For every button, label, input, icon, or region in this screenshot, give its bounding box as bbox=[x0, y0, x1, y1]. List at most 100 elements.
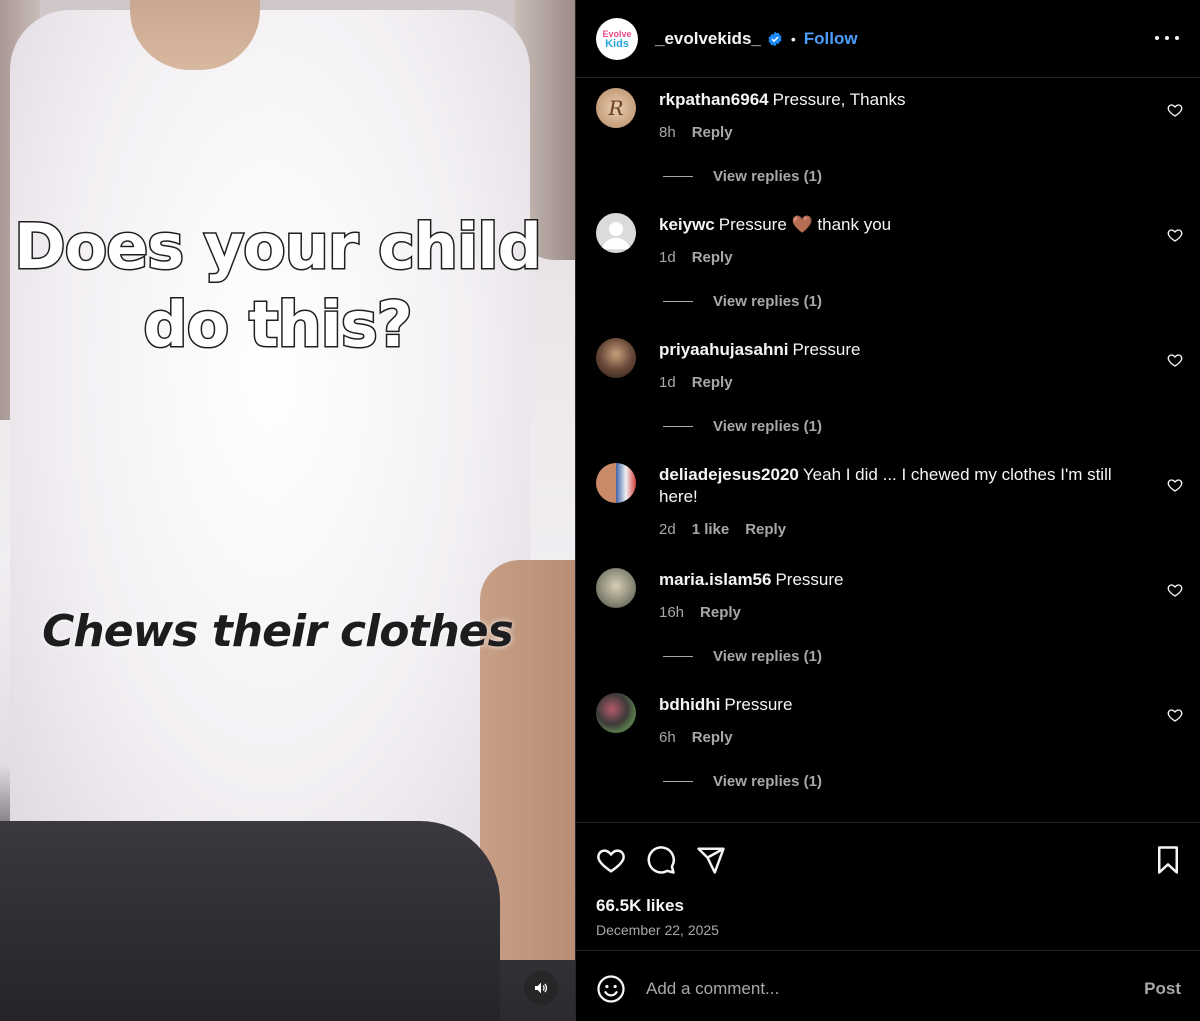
default-avatar-icon bbox=[602, 222, 630, 249]
post-date: December 22, 2025 bbox=[596, 922, 719, 938]
child-pants-image bbox=[0, 821, 500, 1021]
bookmark-icon[interactable] bbox=[1153, 845, 1183, 875]
reply-button[interactable]: Reply bbox=[745, 521, 786, 538]
account-avatar[interactable]: Evolve Kids bbox=[596, 17, 638, 60]
view-replies-button[interactable]: View replies (1) bbox=[663, 293, 822, 310]
commenter-avatar[interactable] bbox=[596, 338, 636, 378]
avatar-logo-text: Evolve bbox=[602, 28, 632, 39]
add-comment-bar: Post bbox=[576, 950, 1200, 1021]
comments-list[interactable]: R rkpathan6964 Pressure, Thanks 8h Reply … bbox=[576, 78, 1200, 822]
reply-button[interactable]: Reply bbox=[700, 604, 741, 621]
post-actions-bar: 66.5K likes December 22, 2025 bbox=[576, 822, 1200, 950]
comment-like-count[interactable]: 1 like bbox=[692, 521, 730, 538]
view-replies-button[interactable]: View replies (1) bbox=[663, 773, 822, 790]
view-replies-button[interactable]: View replies (1) bbox=[663, 418, 822, 435]
commenter-username[interactable]: deliadejesus2020 bbox=[659, 465, 799, 484]
commenter-username[interactable]: rkpathan6964 bbox=[659, 90, 769, 109]
comment-text: priyaahujasahni Pressure bbox=[659, 339, 1139, 361]
svg-text:R: R bbox=[607, 96, 623, 120]
share-icon[interactable] bbox=[696, 845, 726, 875]
likes-count[interactable]: 66.5K likes bbox=[596, 896, 684, 916]
comment-text: maria.islam56 Pressure bbox=[659, 569, 1139, 591]
more-options-icon[interactable] bbox=[1155, 28, 1179, 48]
reply-button[interactable]: Reply bbox=[692, 374, 733, 391]
comment-meta: 8h Reply bbox=[659, 124, 733, 141]
view-replies-label: View replies (1) bbox=[713, 168, 822, 185]
view-replies-label: View replies (1) bbox=[713, 418, 822, 435]
commenter-avatar[interactable] bbox=[596, 568, 636, 608]
comment-content: Pressure bbox=[792, 340, 861, 359]
comment-content: Pressure 🤎 thank you bbox=[718, 215, 892, 234]
comment-item: maria.islam56 Pressure 16h Reply View rep… bbox=[576, 558, 1200, 683]
post-modal: Does your child do this? Chews their clo… bbox=[0, 0, 1200, 1021]
comment-time: 1d bbox=[659, 374, 676, 391]
post-header: Evolve Kids _evolvekids_ • Follow bbox=[576, 0, 1200, 78]
comment-like-icon[interactable] bbox=[1167, 582, 1183, 598]
comment-content: Pressure bbox=[724, 695, 793, 714]
separator-dot: • bbox=[790, 30, 796, 47]
follow-button[interactable]: Follow bbox=[804, 29, 858, 49]
commenter-username[interactable]: maria.islam56 bbox=[659, 570, 771, 589]
commenter-avatar[interactable] bbox=[596, 693, 636, 733]
account-username[interactable]: _evolvekids_ bbox=[655, 29, 761, 49]
comment-time: 8h bbox=[659, 124, 676, 141]
video-caption-question: Does your child do this? bbox=[13, 209, 544, 363]
emoji-icon[interactable] bbox=[596, 974, 626, 1004]
commenter-avatar[interactable]: R bbox=[596, 88, 636, 128]
replies-divider-line bbox=[663, 176, 693, 177]
comment-text: keiywc Pressure 🤎 thank you bbox=[659, 214, 1139, 236]
comment-meta: 6h Reply bbox=[659, 729, 733, 746]
replies-divider-line bbox=[663, 781, 693, 782]
comment-like-icon[interactable] bbox=[1167, 352, 1183, 368]
heart-icon[interactable] bbox=[596, 845, 626, 875]
comment-time: 16h bbox=[659, 604, 685, 621]
commenter-username[interactable]: bdhidhi bbox=[659, 695, 720, 714]
comment-time: 2d bbox=[659, 521, 676, 538]
comment-content: Pressure, Thanks bbox=[772, 90, 906, 109]
comment-content: Pressure bbox=[775, 570, 844, 589]
post-video[interactable]: Does your child do this? Chews their clo… bbox=[0, 0, 575, 1021]
comment-item: R rkpathan6964 Pressure, Thanks 8h Reply … bbox=[576, 78, 1200, 203]
comment-like-icon[interactable] bbox=[1167, 227, 1183, 243]
commenter-avatar[interactable] bbox=[596, 463, 636, 503]
replies-divider-line bbox=[663, 426, 693, 427]
comment-time: 6h bbox=[659, 729, 676, 746]
comment-item: bdhidhi Pressure 6h Reply View replies (1… bbox=[576, 683, 1200, 808]
reply-button[interactable]: Reply bbox=[692, 249, 733, 266]
post-comment-button[interactable]: Post bbox=[1144, 979, 1181, 999]
post-details-panel: Evolve Kids _evolvekids_ • Follow R rkpa… bbox=[575, 0, 1200, 1021]
comment-like-icon[interactable] bbox=[1167, 102, 1183, 118]
view-replies-label: View replies (1) bbox=[713, 773, 822, 790]
comment-icon[interactable] bbox=[646, 845, 676, 875]
child-shirt-image bbox=[10, 10, 530, 910]
avatar-monogram-icon: R bbox=[607, 96, 623, 120]
view-replies-label: View replies (1) bbox=[713, 293, 822, 310]
commenter-username[interactable]: keiywc bbox=[659, 215, 715, 234]
comment-text: bdhidhi Pressure bbox=[659, 694, 1139, 716]
comment-like-icon[interactable] bbox=[1167, 477, 1183, 493]
view-replies-label: View replies (1) bbox=[713, 648, 822, 665]
commenter-username[interactable]: priyaahujasahni bbox=[659, 340, 788, 359]
comment-text: deliadejesus2020 Yeah I did ... I chewed … bbox=[659, 464, 1139, 508]
comment-meta: 2d 1 like Reply bbox=[659, 521, 786, 538]
comment-item: keiywc Pressure 🤎 thank you 1d Reply View… bbox=[576, 203, 1200, 328]
video-caption-behavior: Chews their clothes bbox=[42, 606, 514, 657]
verified-badge-icon bbox=[768, 31, 782, 46]
comment-item: deliadejesus2020 Yeah I did ... I chewed … bbox=[576, 453, 1200, 558]
replies-divider-line bbox=[663, 656, 693, 657]
comment-item: priyaahujasahni Pressure 1d Reply View re… bbox=[576, 328, 1200, 453]
commenter-avatar[interactable] bbox=[596, 213, 636, 253]
reply-button[interactable]: Reply bbox=[692, 729, 733, 746]
view-replies-button[interactable]: View replies (1) bbox=[663, 168, 822, 185]
reply-button[interactable]: Reply bbox=[692, 124, 733, 141]
mute-toggle-button[interactable] bbox=[524, 971, 558, 1005]
comment-meta: 16h Reply bbox=[659, 604, 741, 621]
comment-like-icon[interactable] bbox=[1167, 707, 1183, 723]
comment-time: 1d bbox=[659, 249, 676, 266]
comment-meta: 1d Reply bbox=[659, 249, 733, 266]
replies-divider-line bbox=[663, 301, 693, 302]
speaker-icon bbox=[535, 982, 548, 994]
comment-text: rkpathan6964 Pressure, Thanks bbox=[659, 89, 1139, 111]
view-replies-button[interactable]: View replies (1) bbox=[663, 648, 822, 665]
comment-input[interactable] bbox=[646, 976, 1096, 1002]
